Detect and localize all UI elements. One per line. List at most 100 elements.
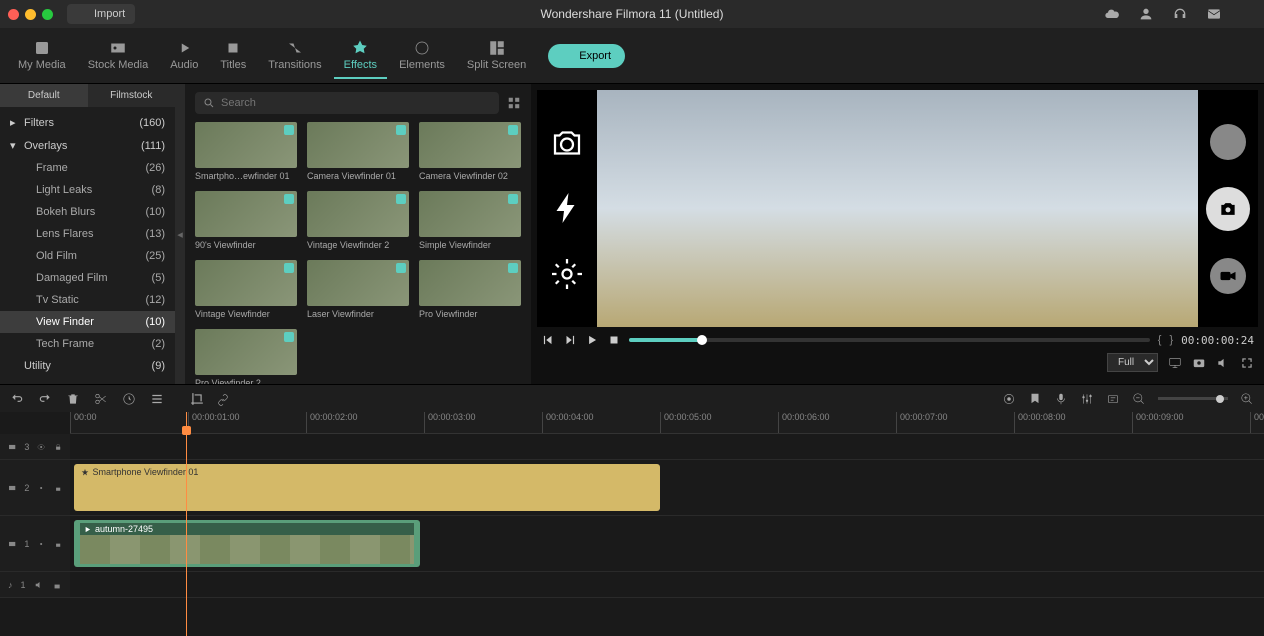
mute-icon[interactable] xyxy=(34,579,44,591)
crop-button[interactable] xyxy=(190,392,204,406)
subcategory-old-film[interactable]: Old Film(25) xyxy=(0,245,175,267)
preview-size-select[interactable]: Full xyxy=(1107,353,1158,372)
sidebar-tab-default[interactable]: Default xyxy=(0,84,88,107)
preview-timecode: 00:00:00:24 xyxy=(1181,334,1254,347)
grid-view-icon[interactable] xyxy=(507,96,521,110)
track-head-audio-1[interactable]: ♪ 1 xyxy=(0,572,70,597)
lock-icon[interactable] xyxy=(54,441,62,453)
category-overlays[interactable]: ▾Overlays(111) xyxy=(0,134,175,157)
voiceover-button[interactable] xyxy=(1054,392,1068,406)
stop-button[interactable] xyxy=(607,333,621,347)
menu-button[interactable] xyxy=(150,392,164,406)
subcategory-damaged-film[interactable]: Damaged Film(5) xyxy=(0,267,175,289)
tool-tab-my-media[interactable]: My Media xyxy=(8,33,76,79)
cloud-icon[interactable] xyxy=(1104,6,1120,22)
fullscreen-icon[interactable] xyxy=(1240,356,1254,370)
tool-tab-split-screen[interactable]: Split Screen xyxy=(457,33,536,79)
import-button[interactable]: Import xyxy=(67,4,135,24)
effect-item[interactable]: Camera Viewfinder 01 xyxy=(307,122,409,181)
camera-icon xyxy=(549,125,585,161)
effect-item[interactable]: Vintage Viewfinder 2 xyxy=(307,191,409,250)
mixer-button[interactable] xyxy=(1080,392,1094,406)
subcategory-view-finder[interactable]: View Finder(10) xyxy=(0,311,175,333)
keyframe-button[interactable] xyxy=(1106,392,1120,406)
mark-out-button[interactable]: } xyxy=(1169,334,1173,346)
overlay-circle-top xyxy=(1210,124,1246,160)
mark-in-button[interactable]: { xyxy=(1158,334,1162,346)
effect-item[interactable]: Camera Viewfinder 02 xyxy=(419,122,521,181)
visibility-icon[interactable] xyxy=(37,538,45,550)
lock-icon[interactable] xyxy=(52,579,62,591)
subcategory-tv-static[interactable]: Tv Static(12) xyxy=(0,289,175,311)
track-head-2[interactable]: 2 xyxy=(0,460,70,515)
effect-item[interactable]: Pro Viewfinder 2 xyxy=(195,329,297,384)
effect-item[interactable]: Vintage Viewfinder xyxy=(195,260,297,319)
export-button[interactable]: Export xyxy=(548,44,625,68)
tool-tab-titles[interactable]: Titles xyxy=(210,33,256,79)
window-title: Wondershare Filmora 11 (Untitled) xyxy=(541,7,724,21)
subcategory-tech-frame[interactable]: Tech Frame(2) xyxy=(0,333,175,355)
visibility-icon[interactable] xyxy=(37,482,45,494)
undo-button[interactable] xyxy=(10,392,24,406)
render-button[interactable] xyxy=(1002,392,1016,406)
preview-scrubber[interactable] xyxy=(629,338,1150,342)
next-frame-button[interactable] xyxy=(563,333,577,347)
tool-tab-stock-media[interactable]: Stock Media xyxy=(78,33,159,79)
split-button[interactable] xyxy=(94,392,108,406)
download-icon[interactable] xyxy=(1240,6,1256,22)
link-button[interactable] xyxy=(216,392,230,406)
lock-icon[interactable] xyxy=(54,538,62,550)
delete-button[interactable] xyxy=(66,392,80,406)
shutter-button-icon xyxy=(1206,187,1250,231)
headset-icon[interactable] xyxy=(1172,6,1188,22)
tool-tab-elements[interactable]: Elements xyxy=(389,33,455,79)
prev-frame-button[interactable] xyxy=(541,333,555,347)
effect-item[interactable]: Smartpho…ewfinder 01 xyxy=(195,122,297,181)
window-close[interactable] xyxy=(8,9,19,20)
zoom-slider[interactable] xyxy=(1158,397,1228,400)
effect-item[interactable]: Pro Viewfinder xyxy=(419,260,521,319)
window-maximize[interactable] xyxy=(42,9,53,20)
snapshot-icon[interactable] xyxy=(1192,356,1206,370)
display-icon[interactable] xyxy=(1168,356,1182,370)
subcategory-frame[interactable]: Frame(26) xyxy=(0,157,175,179)
playhead[interactable] xyxy=(186,412,187,636)
speed-button[interactable] xyxy=(122,392,136,406)
timeline-ruler[interactable]: 00:0000:00:01:0000:00:02:0000:00:03:0000… xyxy=(70,412,1264,434)
visibility-icon[interactable] xyxy=(37,441,45,453)
track-head-3[interactable]: 3 xyxy=(0,434,70,459)
video-mode-icon xyxy=(1210,258,1246,294)
account-icon[interactable] xyxy=(1138,6,1154,22)
effect-clip[interactable]: Smartphone Viewfinder 01 xyxy=(74,464,660,511)
search-icon xyxy=(203,97,215,109)
tool-tab-audio[interactable]: Audio xyxy=(160,33,208,79)
subcategory-light-leaks[interactable]: Light Leaks(8) xyxy=(0,179,175,201)
effect-item[interactable]: 90's Viewfinder xyxy=(195,191,297,250)
flash-icon xyxy=(549,190,585,226)
zoom-out-button[interactable] xyxy=(1132,392,1146,406)
category-lut[interactable]: ▸LUT(66) xyxy=(0,377,175,384)
marker-button[interactable] xyxy=(1028,392,1042,406)
subcategory-lens-flares[interactable]: Lens Flares(13) xyxy=(0,223,175,245)
subcategory-bokeh-blurs[interactable]: Bokeh Blurs(10) xyxy=(0,201,175,223)
search-input[interactable] xyxy=(221,97,491,109)
effect-item[interactable]: Simple Viewfinder xyxy=(419,191,521,250)
lock-icon[interactable] xyxy=(54,482,62,494)
tool-tab-effects[interactable]: Effects xyxy=(334,33,387,79)
category-filters[interactable]: ▸Filters(160) xyxy=(0,111,175,134)
tool-tab-transitions[interactable]: Transitions xyxy=(258,33,331,79)
window-minimize[interactable] xyxy=(25,9,36,20)
volume-icon[interactable] xyxy=(1216,356,1230,370)
track-head-1[interactable]: 1 xyxy=(0,516,70,571)
mail-icon[interactable] xyxy=(1206,6,1222,22)
gear-icon xyxy=(549,256,585,292)
preview-viewport[interactable] xyxy=(537,90,1258,327)
category-utility[interactable]: Utility(9) xyxy=(0,355,175,377)
sidebar-tab-filmstock[interactable]: Filmstock xyxy=(88,84,176,107)
video-clip[interactable]: autumn-27495 xyxy=(74,520,420,567)
play-button[interactable] xyxy=(585,333,599,347)
effect-item[interactable]: Laser Viewfinder xyxy=(307,260,409,319)
zoom-in-button[interactable] xyxy=(1240,392,1254,406)
redo-button[interactable] xyxy=(38,392,52,406)
collapse-sidebar[interactable]: ◂ xyxy=(175,84,185,384)
